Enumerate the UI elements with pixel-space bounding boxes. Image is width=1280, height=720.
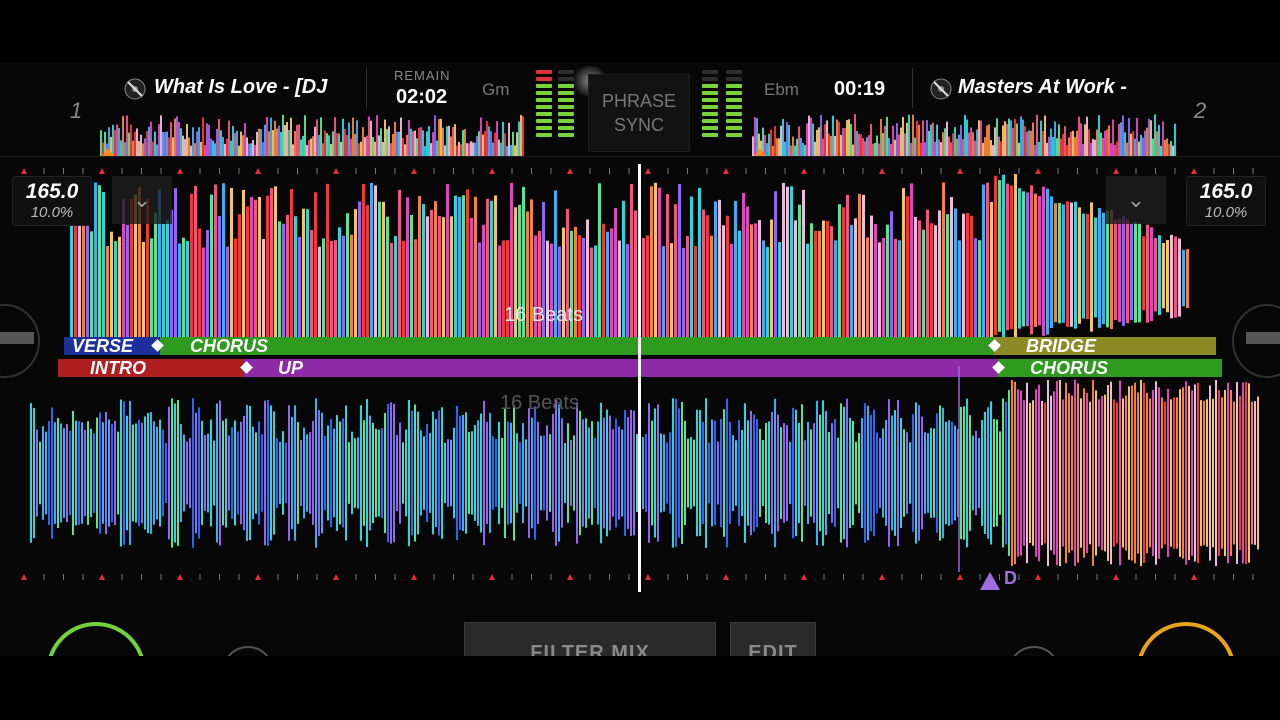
beats-label-bottom: 16 Beats <box>500 392 579 414</box>
deck2-level-meter-b <box>726 70 742 137</box>
divider <box>366 68 367 108</box>
beat-grid-top <box>21 168 1254 174</box>
chevron-down-icon[interactable]: ⌄ <box>1106 176 1166 224</box>
edit-button[interactable]: EDIT <box>730 622 816 660</box>
cue-line <box>958 366 960 572</box>
side-knob-right-mark <box>1246 332 1280 344</box>
vinyl-icon <box>930 78 952 100</box>
deck2-bpm-display[interactable]: 165.0 10.0% <box>1186 176 1266 226</box>
deck1-number: 1 <box>70 98 83 123</box>
playhead <box>638 164 641 592</box>
deck2-track-title[interactable]: Masters At Work - <box>958 76 1154 99</box>
beats-label-top: 16 Beats <box>504 304 583 326</box>
deck1-bpm: 165.0 <box>25 180 79 203</box>
letterbox-bottom <box>0 656 1280 720</box>
deck1-jog-wheel[interactable] <box>46 622 146 660</box>
deck2-time[interactable]: 00:19 <box>834 78 885 101</box>
deck2-jog-wheel[interactable] <box>1136 622 1236 660</box>
deck2-overview-waveform[interactable] <box>752 112 1176 156</box>
phrase-label: INTRO <box>90 358 146 378</box>
phrase-up[interactable]: UP <box>244 359 998 377</box>
deck2-key: Ebm <box>764 80 799 99</box>
deck1-overview-waveform[interactable] <box>100 112 524 156</box>
phrase-bridge[interactable]: BRIDGE <box>994 337 1216 355</box>
deck1-level-meter-a <box>536 70 552 137</box>
deck1-time[interactable]: 02:02 <box>396 86 447 109</box>
phrase-label: CHORUS <box>1030 358 1109 378</box>
beat-grid-bottom <box>21 574 1254 580</box>
side-knob-left-mark <box>0 332 34 344</box>
phrase-verse[interactable]: VERSE <box>64 337 160 355</box>
chevron-down-icon[interactable]: ⌄ <box>112 176 172 224</box>
divider <box>912 68 913 108</box>
letterbox-top <box>0 0 1280 62</box>
phrase-chorus[interactable]: CHORUS <box>160 337 994 355</box>
deck2-bpm: 165.0 <box>1199 180 1253 203</box>
vinyl-icon <box>124 78 146 100</box>
dj-app-screen: 1 What Is Love - [DJ REMAIN 02:02 Gm PHR… <box>0 60 1280 660</box>
divider <box>0 156 1280 157</box>
deck1-track-title[interactable]: What Is Love - [DJ <box>154 76 350 99</box>
filter-mix-button[interactable]: FILTER MIX <box>464 622 716 660</box>
deck1-bpm-display[interactable]: 165.0 10.0% <box>12 176 92 226</box>
phrase-label: BRIDGE <box>1026 336 1097 356</box>
phrase-label: UP <box>278 358 304 378</box>
remain-label: REMAIN <box>394 68 451 83</box>
deck2-level-meter-a <box>702 70 718 137</box>
phrase-sync-button[interactable]: PHRASE SYNC <box>588 74 690 152</box>
phrase-sync-line2: SYNC <box>613 115 664 135</box>
phrase-chorus-2[interactable]: CHORUS <box>998 359 1222 377</box>
deck1-key: Gm <box>482 80 510 99</box>
deck1-pitch: 10.0% <box>30 204 74 221</box>
phrase-label: CHORUS <box>190 336 269 356</box>
phrase-sync-line1: PHRASE <box>601 91 677 111</box>
deck2-number: 2 <box>1194 98 1207 123</box>
phrase-intro[interactable]: INTRO <box>58 359 244 377</box>
phrase-label: VERSE <box>72 336 134 356</box>
deck2-pitch: 10.0% <box>1204 204 1248 221</box>
